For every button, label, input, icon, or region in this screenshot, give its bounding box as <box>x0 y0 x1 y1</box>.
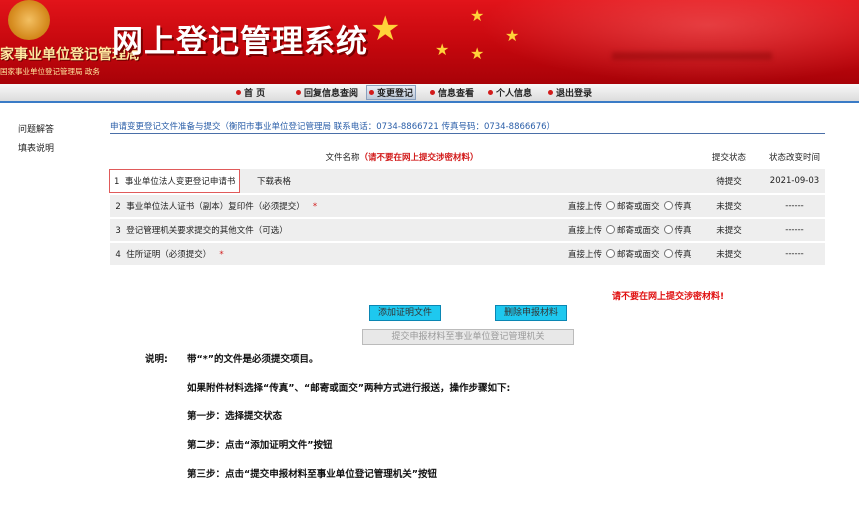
upload-direct-label[interactable]: 直接上传 <box>568 202 602 212</box>
top-nav: 首 页 回复信息查阅 变更登记 信息查看 个人信息 退出登录 <box>0 84 859 103</box>
radio-mail[interactable] <box>606 225 616 234</box>
radio-fax[interactable] <box>663 201 673 210</box>
upload-options-cell: 直接上传 邮寄或面交 传真 <box>568 195 694 217</box>
status-cell: 未提交 <box>694 219 764 241</box>
breadcrumb: 申请变更登记文件准备与提交（衡阳市事业单位登记管理局 联系电话：0734-886… <box>110 122 556 132</box>
bullet-icon <box>430 90 435 95</box>
nav-personal-info[interactable]: 个人信息 <box>488 86 532 99</box>
system-title: 网上登记管理系统 <box>112 24 368 60</box>
status-cell: 未提交 <box>694 243 764 265</box>
divider <box>110 133 825 134</box>
file-name-cell: 2 事业单位法人证书（副本）复印件（必须提交） * <box>110 195 568 217</box>
download-form-link[interactable]: 下载表格 <box>257 177 291 187</box>
nav-reply-view[interactable]: 回复信息查阅 <box>296 86 358 99</box>
nav-logout[interactable]: 退出登录 <box>548 86 592 99</box>
nav-label: 变更登记 <box>377 89 414 99</box>
bullet-icon <box>548 90 553 95</box>
header-banner: 家事业单位登记管理局 国家事业单位登记管理局 政务 网上登记管理系统 ★ ★ ★… <box>0 0 859 84</box>
notes-line-1: 带“*”的文件是必须提交项目。 <box>187 354 319 365</box>
upload-fax-label: 传真 <box>674 226 692 236</box>
bullet-icon <box>488 90 493 95</box>
nav-label: 个人信息 <box>496 89 533 99</box>
nav-label: 首 页 <box>244 89 266 99</box>
nav-label: 回复信息查阅 <box>304 89 359 99</box>
header-status: 提交状态 <box>694 147 764 167</box>
notes-line-2: 如果附件材料选择“传真”、“邮寄或面交”两种方式进行报送，操作步骤如下: <box>187 383 511 394</box>
status-cell: 未提交 <box>694 195 764 217</box>
upload-direct-label[interactable]: 直接上传 <box>568 250 602 260</box>
upload-options-cell: 直接上传 邮寄或面交 传真 <box>568 219 694 241</box>
submit-material-button[interactable]: 提交申报材料至事业单位登记管理机关 <box>362 329 574 345</box>
radio-fax[interactable] <box>663 225 673 234</box>
upload-mail-label: 邮寄或面交 <box>617 250 660 260</box>
radio-mail[interactable] <box>606 249 616 258</box>
table-row: 4 住所证明（必须提交） * 直接上传 邮寄或面交 传真 未提交 ------ <box>110 243 825 265</box>
secret-material-warning: 请不要在网上提交涉密材料! <box>612 292 725 302</box>
table-row: 1 事业单位法人变更登记申请书 下载表格 待提交 2021-09-03 <box>109 169 825 193</box>
upload-fax-label: 传真 <box>674 250 692 260</box>
upload-mail-label: 邮寄或面交 <box>617 202 660 212</box>
nav-label: 信息查看 <box>438 89 475 99</box>
upload-direct-label[interactable]: 直接上传 <box>568 226 602 236</box>
time-cell: 2021-09-03 <box>764 169 825 193</box>
star-icon: ★ <box>435 40 450 59</box>
sidebar-item-form-help[interactable]: 填表说明 <box>18 141 54 154</box>
file-name: 事业单位法人证书（副本）复印件（必须提交） <box>126 202 305 212</box>
row-number: 2 <box>115 202 121 212</box>
national-emblem-icon <box>8 0 50 40</box>
notes-step-3: 第三步：点击“提交申报材料至事业单位登记管理机关”按钮 <box>187 469 437 480</box>
radio-mail[interactable] <box>606 201 616 210</box>
nav-info-view[interactable]: 信息查看 <box>430 86 474 99</box>
table-row: 2 事业单位法人证书（副本）复印件（必须提交） * 直接上传 邮寄或面交 传真 未提… <box>110 195 825 217</box>
file-name: 事业单位法人变更登记申请书 <box>124 177 236 187</box>
time-cell: ------ <box>764 243 825 265</box>
notes-label: 说明: <box>145 354 168 365</box>
row-number: 3 <box>115 226 121 236</box>
star-icon: ★ <box>470 44 485 63</box>
radio-fax[interactable] <box>663 249 673 258</box>
star-icon: ★ <box>505 26 520 45</box>
required-mark: * <box>219 250 224 260</box>
banner-blurred-text <box>612 52 772 60</box>
highlighted-file-name: 1 事业单位法人变更登记申请书 <box>109 169 241 193</box>
file-name: 住所证明（必须提交） <box>126 250 212 260</box>
org-subtitle: 国家事业单位登记管理局 政务 <box>0 67 100 76</box>
file-name-cell: 4 住所证明（必须提交） * <box>110 243 568 265</box>
banner-flag-glow <box>480 0 859 84</box>
bullet-icon <box>236 90 241 95</box>
star-icon: ★ <box>370 9 401 49</box>
add-attachment-button[interactable]: 添加证明文件 <box>369 305 441 321</box>
time-cell: ------ <box>764 195 825 217</box>
table-row: 3 登记管理机关要求提交的其他文件（可选） 直接上传 邮寄或面交 传真 未提交 --… <box>110 219 825 241</box>
bullet-icon <box>296 90 301 95</box>
nav-label: 退出登录 <box>556 89 593 99</box>
row-number: 4 <box>115 250 121 260</box>
upload-options-cell: 直接上传 邮寄或面交 传真 <box>568 243 694 265</box>
upload-options-cell <box>568 169 694 193</box>
file-name-cell: 1 事业单位法人变更登记申请书 下载表格 <box>109 169 568 193</box>
status-cell: 待提交 <box>694 169 764 193</box>
required-mark: * <box>312 202 318 212</box>
file-name-cell: 3 登记管理机关要求提交的其他文件（可选） <box>110 219 568 241</box>
time-cell: ------ <box>764 219 825 241</box>
header-file-name: 文件名称（请不要在网上提交涉密材料） <box>110 147 694 167</box>
nav-home[interactable]: 首 页 <box>236 86 265 99</box>
sidebar-item-faq[interactable]: 问题解答 <box>18 122 54 135</box>
file-table: 文件名称（请不要在网上提交涉密材料） 提交状态 状态改变时间 1 事业单位法人变… <box>109 145 825 267</box>
header-name-text: 文件名称 <box>325 153 360 163</box>
delete-material-button[interactable]: 删除申报材料 <box>495 305 567 321</box>
bullet-icon <box>369 90 374 95</box>
notes-step-1: 第一步：选择提交状态 <box>187 411 283 422</box>
file-name: 登记管理机关要求提交的其他文件（可选） <box>126 226 288 236</box>
table-header-row: 文件名称（请不要在网上提交涉密材料） 提交状态 状态改变时间 <box>110 147 825 167</box>
header-warning-text: （请不要在网上提交涉密材料） <box>359 153 479 163</box>
nav-change-registration[interactable]: 变更登记 <box>366 85 417 100</box>
upload-fax-label: 传真 <box>674 202 692 212</box>
star-icon: ★ <box>470 6 485 25</box>
notes-step-2: 第二步：点击“添加证明文件”按钮 <box>187 440 333 451</box>
row-number: 1 <box>114 177 120 187</box>
header-time: 状态改变时间 <box>764 147 825 167</box>
upload-mail-label: 邮寄或面交 <box>617 226 660 236</box>
